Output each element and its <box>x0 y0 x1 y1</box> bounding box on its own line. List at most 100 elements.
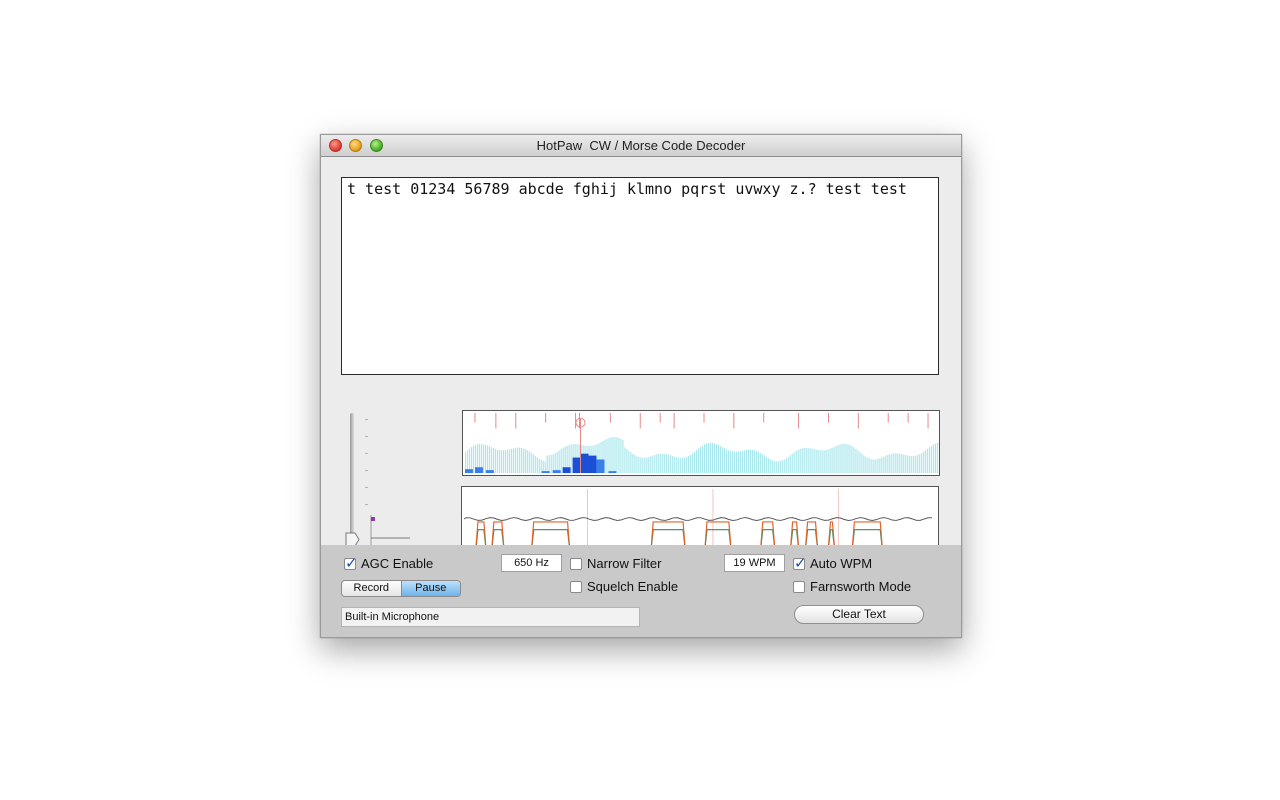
squelch-box[interactable] <box>570 580 582 593</box>
spectrum-bar <box>885 455 887 474</box>
spectrum-bar <box>915 455 917 474</box>
spectrum-bar <box>520 447 522 474</box>
spectrum-bar <box>664 453 666 474</box>
spectrum-bar <box>759 452 761 474</box>
spectrum-bar <box>797 449 799 474</box>
spectrum-bar <box>805 447 807 474</box>
spectrum-bar <box>743 450 746 474</box>
spectrum-bar <box>753 450 755 474</box>
record-button[interactable]: Record <box>342 581 402 596</box>
signal-envelope-wave <box>463 521 935 548</box>
spectrum-bar <box>701 445 704 474</box>
clear-text-button[interactable]: Clear Text <box>794 605 924 624</box>
spectrum-bar <box>518 447 520 474</box>
spectrum-bar <box>524 449 526 474</box>
spectrum-bar <box>546 455 548 474</box>
input-device-popup[interactable]: Built-in Microphone <box>341 607 640 627</box>
spectrum-bar <box>777 461 779 474</box>
auto-wpm-checkbox[interactable]: Auto WPM <box>793 554 872 572</box>
spectrum-bar <box>522 448 524 474</box>
spectrum-bar <box>658 453 660 474</box>
spectrum-bar <box>626 448 628 474</box>
narrow-filter-box[interactable] <box>570 557 582 570</box>
spectrum-bar <box>877 458 879 474</box>
spectrum-bar <box>642 457 644 474</box>
title-bar[interactable]: HotPaw CW / Morse Code Decoder <box>321 135 961 157</box>
spectrum-bar <box>893 453 895 474</box>
spectrum-bar <box>490 447 493 474</box>
spectrum-bar <box>488 446 491 474</box>
spectrum-bar <box>847 444 849 474</box>
record-pause-control[interactable]: Record Pause <box>341 580 461 597</box>
spectrum-bar <box>648 456 650 474</box>
spectrum-bar <box>715 444 718 474</box>
spectrum-bar <box>676 457 678 474</box>
decoded-text-area[interactable]: t test 01234 56789 abcde fghij klmno pqr… <box>341 177 939 375</box>
spectrum-bar <box>881 457 883 474</box>
spectrum-bar <box>674 456 676 474</box>
spectrum-bar <box>510 448 512 474</box>
spectrum-bar <box>554 453 556 474</box>
spectrum-bar <box>556 451 558 474</box>
spectrum-peak-bar <box>485 470 494 474</box>
spectrum-peak-bar <box>464 469 473 474</box>
spectrum-peak-bar <box>552 470 561 474</box>
spectrum-bar <box>845 443 847 474</box>
narrow-filter-checkbox[interactable]: Narrow Filter <box>570 556 661 571</box>
spectrum-bar <box>741 450 744 474</box>
farnsworth-box[interactable] <box>793 580 805 593</box>
spectrum-bar <box>745 449 748 474</box>
spectrum-bar <box>680 457 682 474</box>
spectrum-bar <box>614 436 616 474</box>
pause-button[interactable]: Pause <box>401 581 460 596</box>
spectrum-bar <box>781 460 783 474</box>
spectrum-bar <box>903 454 905 474</box>
spectrum-bar <box>630 452 632 474</box>
spectrum-bar <box>879 458 881 474</box>
spectrum-peak-bar <box>596 459 605 474</box>
spectrum-bar <box>927 448 929 474</box>
spectrum-bar <box>735 451 738 474</box>
spectrum-bar <box>815 449 817 474</box>
spectrum-bar <box>616 437 618 474</box>
spectrum-bar <box>925 450 927 474</box>
spectrum-bar <box>640 457 642 474</box>
squelch-enable-checkbox[interactable]: Squelch Enable <box>570 579 678 594</box>
spectrum-bar <box>707 442 710 474</box>
spectrum-bar <box>823 450 825 474</box>
spectrum-bar <box>610 437 612 474</box>
spectrum-bar <box>622 440 624 474</box>
spectrum-bar <box>911 456 913 474</box>
agc-enable-checkbox[interactable]: AGC Enable <box>344 554 434 572</box>
spectrum-bar <box>516 447 518 474</box>
frequency-field[interactable]: 650 Hz <box>501 554 562 572</box>
spectrum-bar <box>494 449 497 474</box>
decoder-window: HotPaw CW / Morse Code Decoder t test 01… <box>320 134 962 638</box>
spectrum-peak-bar <box>580 453 589 474</box>
spectrum-bar <box>863 455 865 474</box>
spectrum-bar <box>921 453 923 474</box>
spectrum-bar <box>779 461 781 474</box>
farnsworth-mode-checkbox[interactable]: Farnsworth Mode <box>793 579 911 594</box>
agc-label: AGC Enable <box>361 556 434 571</box>
spectrum-bar <box>624 447 626 474</box>
spectrum-peak-bar <box>541 471 550 474</box>
spectrum-bar <box>773 460 775 474</box>
auto-wpm-box[interactable] <box>793 554 807 572</box>
spectrum-bar <box>656 454 658 474</box>
spectrum-peak-bar <box>572 457 581 474</box>
spectrum-bar <box>771 460 773 474</box>
spectrum-bar <box>757 451 759 474</box>
spectrum-bar <box>811 448 813 474</box>
spectrum-bar <box>857 450 859 474</box>
wpm-field[interactable]: 19 WPM <box>724 554 785 572</box>
spectrum-bar <box>889 454 891 474</box>
spectrum-bar <box>843 443 845 474</box>
spectrum-display[interactable] <box>462 410 940 476</box>
agc-checkbox-box[interactable] <box>344 554 358 572</box>
spectrum-bar <box>570 444 572 474</box>
spectrum-bar <box>504 450 507 474</box>
spectrum-bar <box>747 449 749 474</box>
spectrum-bar <box>901 454 903 474</box>
spectrum-bar <box>618 437 620 474</box>
